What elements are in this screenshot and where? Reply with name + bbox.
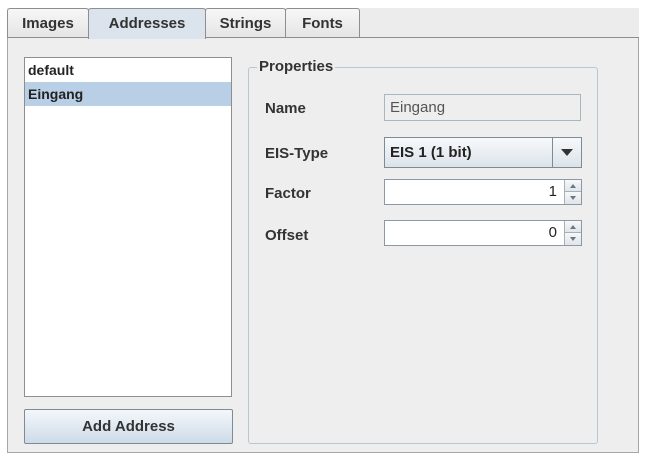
name-field[interactable]: Eingang <box>384 94 581 121</box>
factor-value: 1 <box>548 183 557 200</box>
name-label: Name <box>265 100 306 117</box>
tab-label: Fonts <box>302 15 343 32</box>
tab-strings[interactable]: Strings <box>205 8 286 38</box>
address-list[interactable]: default Eingang <box>24 57 232 397</box>
add-address-label: Add Address <box>82 418 175 435</box>
tab-label: Strings <box>219 15 272 32</box>
add-address-button[interactable]: Add Address <box>24 409 233 444</box>
tab-fonts[interactable]: Fonts <box>285 8 360 38</box>
factor-spin-buttons <box>564 180 581 204</box>
spin-down-icon[interactable] <box>565 192 581 204</box>
offset-value: 0 <box>548 224 557 241</box>
eis-type-value: EIS 1 (1 bit) <box>390 144 472 161</box>
tab-images[interactable]: Images <box>7 8 89 38</box>
offset-spin-buttons <box>564 221 581 245</box>
chevron-down-icon[interactable] <box>552 138 581 167</box>
factor-spinner[interactable]: 1 <box>384 179 582 205</box>
offset-spinner[interactable]: 0 <box>384 220 582 246</box>
list-item[interactable]: default <box>25 58 231 82</box>
properties-group <box>248 67 598 444</box>
tab-label: Images <box>22 15 74 32</box>
tab-addresses[interactable]: Addresses <box>88 8 206 39</box>
eis-type-select[interactable]: EIS 1 (1 bit) <box>384 137 582 168</box>
name-value: Eingang <box>390 99 446 116</box>
list-item[interactable]: Eingang <box>25 82 231 106</box>
eis-type-label: EIS-Type <box>265 145 329 162</box>
offset-label: Offset <box>265 227 309 244</box>
spin-down-icon[interactable] <box>565 233 581 245</box>
factor-label: Factor <box>265 185 311 202</box>
tab-label: Addresses <box>108 15 186 32</box>
properties-title: Properties <box>257 58 336 75</box>
spin-up-icon[interactable] <box>565 221 581 233</box>
spin-up-icon[interactable] <box>565 180 581 192</box>
